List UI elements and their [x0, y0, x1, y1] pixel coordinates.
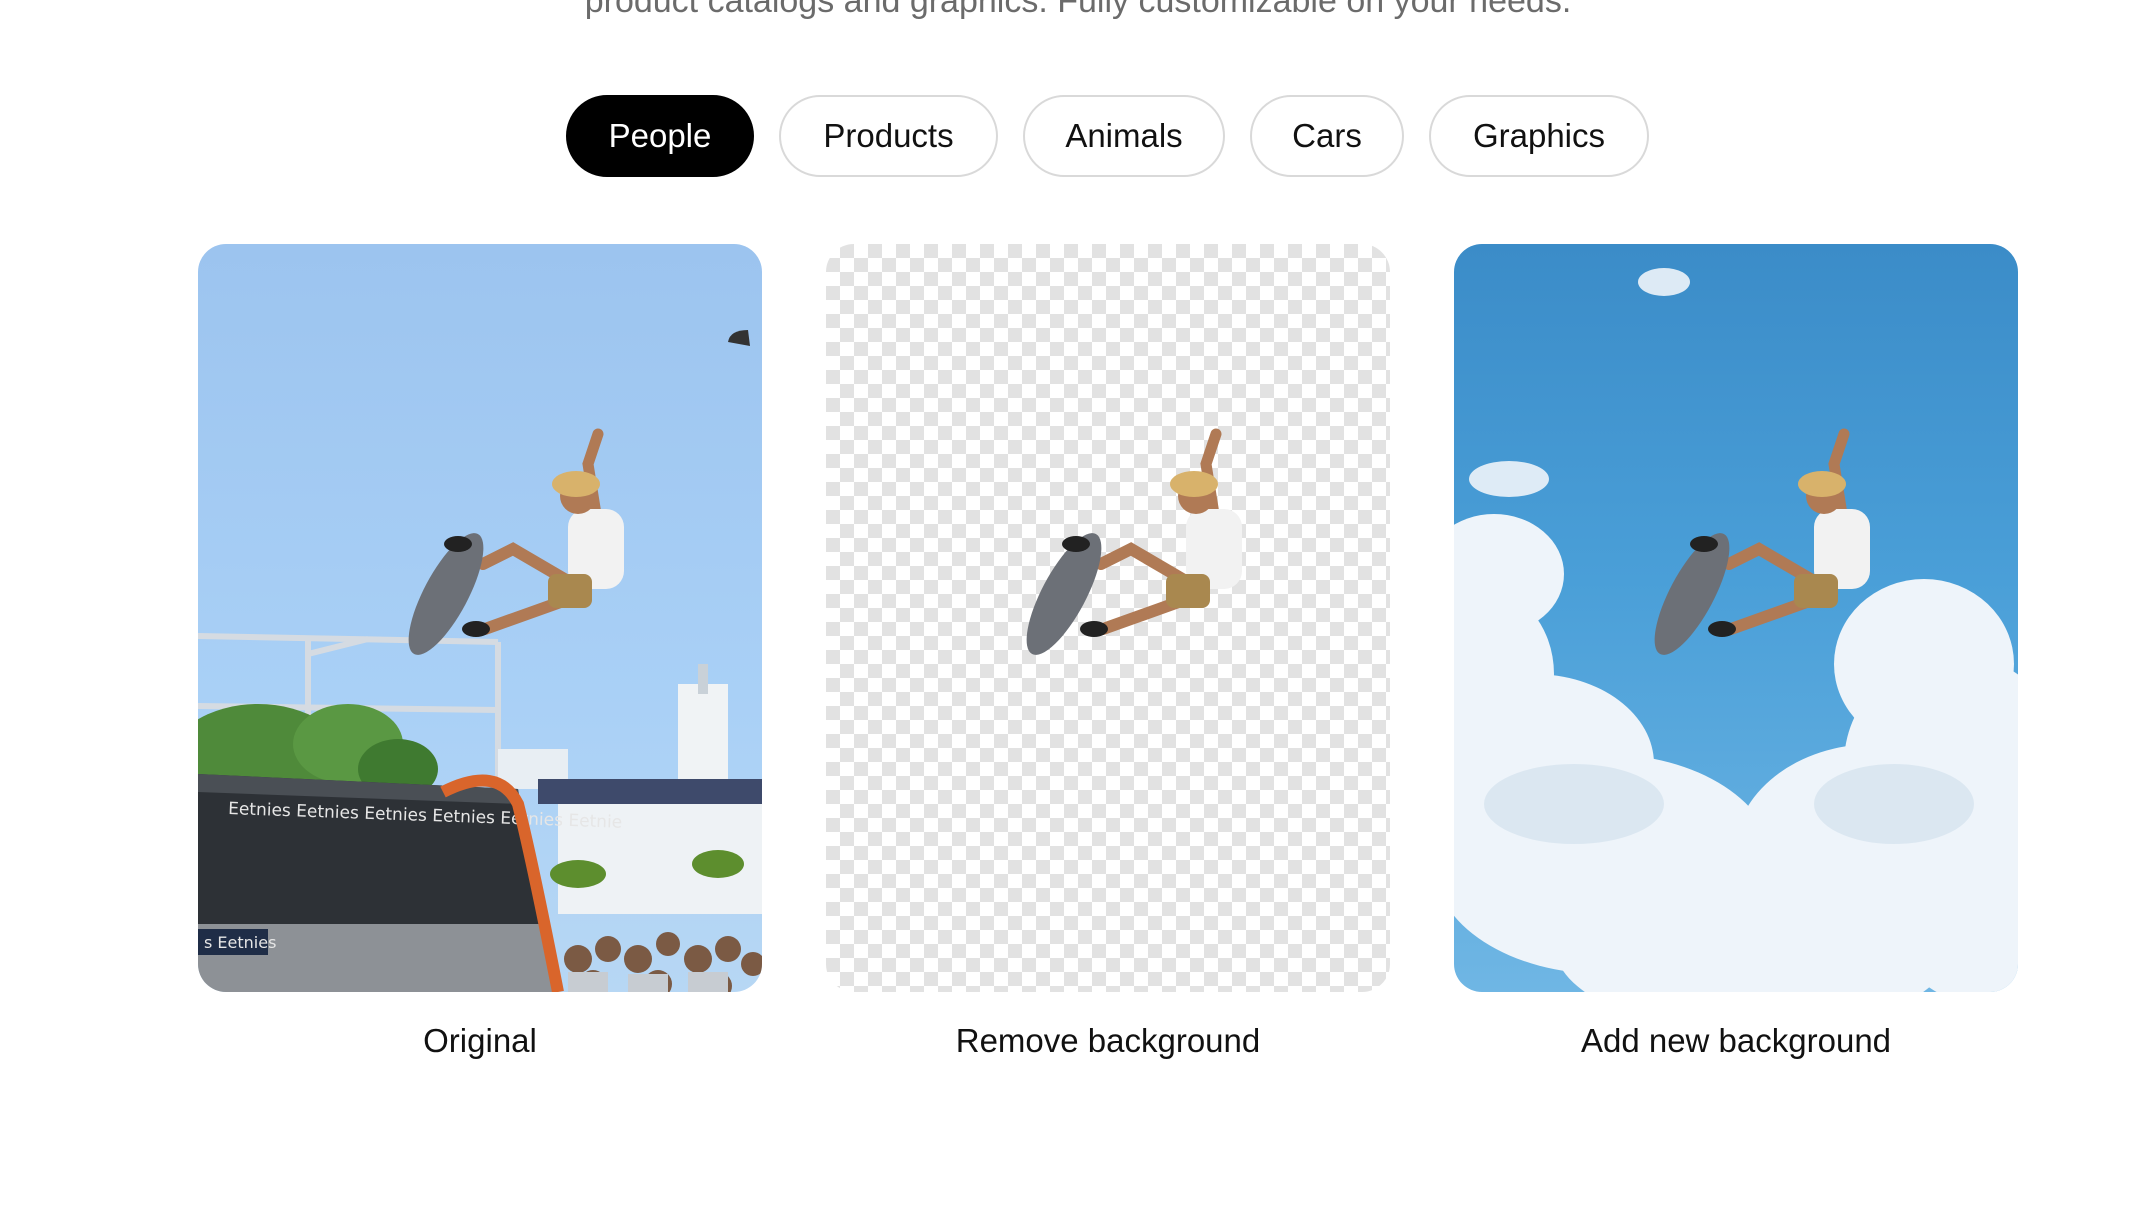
skater-composite [1654, 428, 1870, 655]
tab-graphics-label: Graphics [1472, 117, 1606, 154]
removed-background-image [826, 244, 1390, 992]
skater-figure [408, 428, 624, 655]
sky-photo [1454, 268, 2018, 992]
original-photo: Eetnies Eetnies Eetnies Eetnies Eetnies … [198, 330, 762, 992]
tab-animals-label: Animals [1065, 117, 1183, 154]
original-image: Eetnies Eetnies Eetnies Eetnies Eetnies … [198, 244, 762, 992]
category-tabs: People Products Animals Cars Graphics [566, 95, 1649, 177]
skater-cutout [1026, 428, 1242, 655]
caption-add-background: Add new background [1580, 1022, 1892, 1059]
cutout-photo [1026, 428, 1242, 655]
tab-products-label: Products [823, 117, 954, 154]
tab-animals[interactable]: Animals [1023, 95, 1225, 177]
intro-text: product catalogs and graphics. Fully cus… [584, 0, 1572, 20]
caption-remove-background: Remove background [955, 1022, 1261, 1059]
tab-people[interactable]: People [566, 95, 754, 177]
caption-original: Original [423, 1022, 537, 1059]
tab-products[interactable]: Products [779, 95, 998, 177]
tab-cars-label: Cars [1292, 117, 1362, 154]
tab-cars[interactable]: Cars [1250, 95, 1404, 177]
ramp-side-text: s Eetnies [204, 933, 276, 952]
tab-graphics[interactable]: Graphics [1429, 95, 1649, 177]
tab-people-label: People [608, 117, 712, 154]
new-background-image [1454, 244, 2018, 992]
